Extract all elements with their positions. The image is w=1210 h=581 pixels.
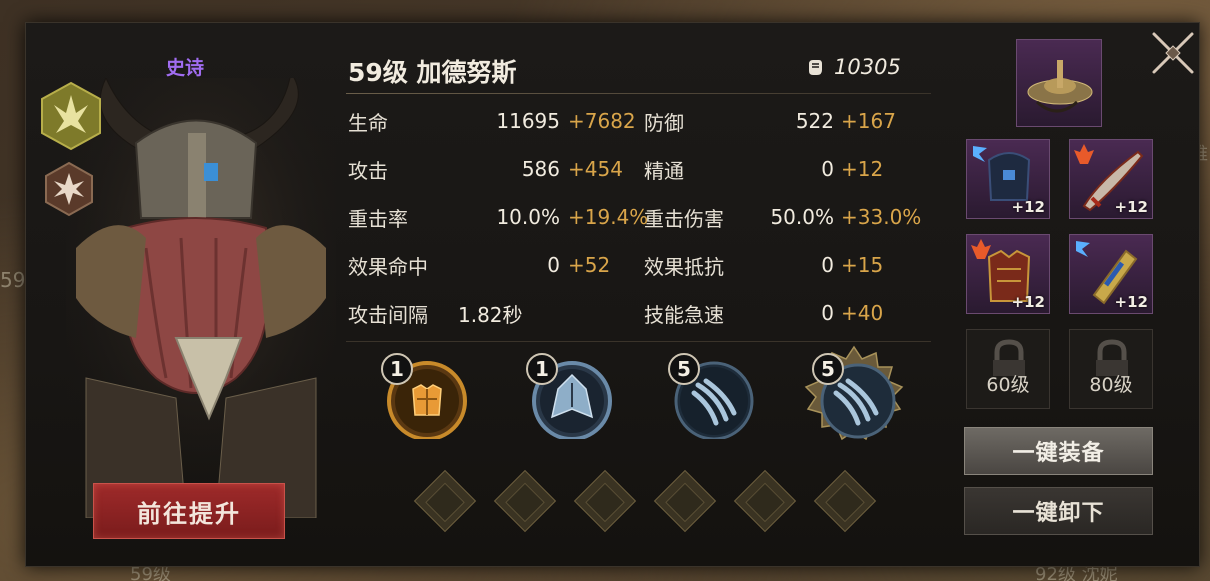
stat-row: 攻击间隔 1.82秒 (348, 298, 523, 328)
skill-level-badge: 5 (668, 353, 700, 385)
stat-row: 精通 0 +12 (644, 154, 883, 184)
stat-bonus: +52 (568, 253, 611, 277)
accessory-slot[interactable] (1016, 39, 1102, 127)
stat-base: 10.0% (496, 205, 560, 229)
enhance-level: +12 (1114, 293, 1148, 311)
locked-slot-80[interactable]: 80级 (1069, 329, 1153, 409)
unlock-level: 60级 (986, 374, 1030, 396)
skill-slot[interactable]: 5 (668, 353, 754, 441)
stat-bonus: +167 (841, 109, 896, 133)
enhance-level: +12 (1011, 198, 1045, 216)
hero-detail-panel: 史诗 前往提升 59级 加德努斯 10305 生命 11695 +7682 攻击… (25, 22, 1200, 567)
rune-slot[interactable] (413, 469, 477, 533)
stat-row: 效果抵抗 0 +15 (644, 250, 883, 280)
stat-row: 生命 11695 +7682 (348, 106, 636, 136)
stat-bonus: +40 (841, 301, 884, 325)
stat-label: 技能急速 (644, 302, 724, 327)
stat-row: 攻击 586 +454 (348, 154, 623, 184)
rune-slot[interactable] (493, 469, 557, 533)
stat-label: 重击率 (348, 206, 408, 231)
stat-bonus: +12 (841, 157, 884, 181)
stat-label: 攻击 (348, 158, 388, 183)
blue-tier-icon (973, 146, 987, 162)
element-badge-icon[interactable] (44, 161, 94, 217)
rarity-label: 史诗 (166, 57, 205, 79)
stat-base: 1.82秒 (458, 302, 523, 327)
enhance-level: +12 (1011, 293, 1045, 311)
hero-portrait-area: 史诗 前往提升 (26, 23, 346, 568)
stat-bonus: +454 (568, 157, 623, 181)
hero-portrait (66, 78, 336, 518)
stat-base: 50.0% (770, 205, 834, 229)
skill-slot[interactable]: 5 (804, 345, 904, 441)
background-number: 59 (0, 268, 26, 292)
close-icon[interactable] (1148, 28, 1198, 78)
red-tier-icon (971, 239, 991, 259)
stat-label: 效果抵抗 (644, 254, 724, 279)
stat-label: 效果命中 (348, 254, 428, 279)
bracer-slot[interactable]: +12 (1069, 234, 1153, 314)
go-upgrade-button[interactable]: 前往提升 (93, 483, 285, 539)
stat-label: 攻击间隔 (348, 302, 428, 327)
stat-bonus: +19.4% (568, 205, 649, 229)
stat-row: 防御 522 +167 (644, 106, 896, 136)
hero-name-level: 59级 加德努斯 (348, 58, 517, 87)
unlock-level: 80级 (1089, 374, 1133, 396)
stat-label: 生命 (348, 110, 388, 135)
skill-level-badge: 1 (381, 353, 413, 385)
skills-divider (346, 341, 931, 342)
stat-base: 11695 (496, 109, 560, 133)
unequip-all-button[interactable]: 一键卸下 (964, 487, 1153, 535)
stat-base: 586 (521, 157, 560, 181)
rune-slot[interactable] (573, 469, 637, 533)
stat-base: 0 (821, 301, 834, 325)
red-tier-icon (1074, 144, 1094, 164)
skill-level-badge: 5 (812, 353, 844, 385)
stat-base: 0 (547, 253, 560, 277)
title-divider (346, 93, 931, 94)
locked-slot-60[interactable]: 60级 (966, 329, 1050, 409)
helmet-slot[interactable]: +12 (966, 139, 1050, 219)
rune-slot[interactable] (733, 469, 797, 533)
power-value: 10305 (834, 55, 901, 79)
stat-base: 0 (821, 253, 834, 277)
skill-slot[interactable]: 1 (526, 353, 612, 441)
skill-slot[interactable]: 1 (381, 353, 467, 441)
stat-base: 0 (821, 157, 834, 181)
enhance-level: +12 (1114, 198, 1148, 216)
stat-row: 重击伤害 50.0% +33.0% (644, 202, 921, 232)
power-display: 10305 (804, 55, 901, 79)
stat-label: 重击伤害 (644, 206, 724, 231)
saucer-accessory-icon (1027, 60, 1093, 113)
rune-slot[interactable] (653, 469, 717, 533)
equip-all-button[interactable]: 一键装备 (964, 427, 1153, 475)
stat-row: 效果命中 0 +52 (348, 250, 610, 280)
rune-slot[interactable] (813, 469, 877, 533)
stat-row: 技能急速 0 +40 (644, 298, 883, 328)
stat-bonus: +33.0% (841, 205, 922, 229)
stat-row: 重击率 10.0% +19.4% (348, 202, 648, 232)
power-fist-icon (809, 60, 822, 75)
stat-label: 精通 (644, 158, 684, 183)
stat-bonus: +15 (841, 253, 884, 277)
armor-slot[interactable]: +12 (966, 234, 1050, 314)
blue-tier-icon (1076, 241, 1090, 257)
stat-base: 522 (795, 109, 834, 133)
skill-level-badge: 1 (526, 353, 558, 385)
class-badge-icon[interactable] (40, 81, 102, 151)
stat-bonus: +7682 (568, 109, 636, 133)
stat-label: 防御 (644, 110, 684, 135)
weapon-slot[interactable]: +12 (1069, 139, 1153, 219)
